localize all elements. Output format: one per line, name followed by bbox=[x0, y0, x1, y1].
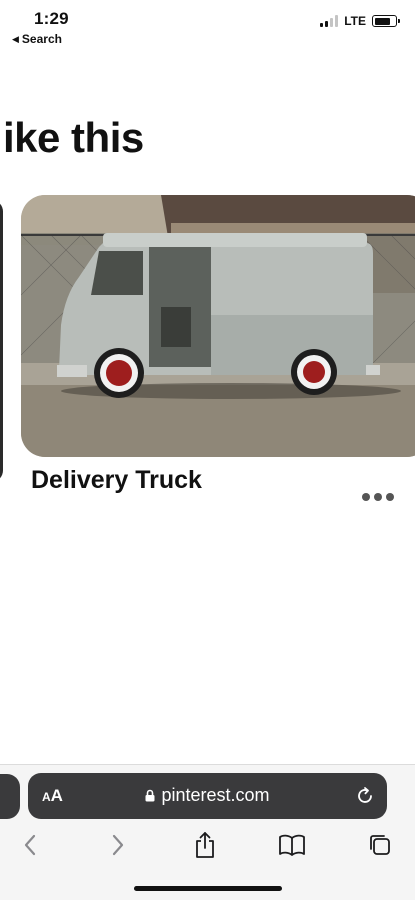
network-type: LTE bbox=[344, 14, 366, 28]
card-image[interactable] bbox=[21, 195, 415, 457]
share-icon[interactable] bbox=[190, 830, 220, 860]
back-label: Search bbox=[21, 32, 62, 46]
url-text: pinterest.com bbox=[161, 785, 270, 805]
section-heading: ike this bbox=[3, 114, 144, 161]
forward-arrow-icon[interactable] bbox=[103, 830, 133, 860]
card-title[interactable]: Delivery Truck bbox=[31, 466, 202, 495]
more-dot-icon bbox=[374, 493, 382, 501]
back-arrow-icon[interactable] bbox=[15, 830, 45, 860]
address-bar[interactable]: AA pinterest.com bbox=[28, 773, 387, 819]
more-dot-icon bbox=[362, 493, 370, 501]
more-options-button[interactable] bbox=[360, 491, 396, 503]
battery-icon bbox=[372, 15, 400, 27]
url-display[interactable]: pinterest.com bbox=[28, 785, 387, 806]
back-triangle-icon: ◀ bbox=[12, 33, 19, 44]
reload-icon[interactable] bbox=[354, 785, 376, 807]
home-indicator bbox=[134, 886, 282, 891]
previous-card-edge[interactable] bbox=[0, 200, 3, 482]
browser-toolbar bbox=[0, 826, 415, 862]
lock-icon bbox=[145, 789, 155, 802]
bookmarks-icon[interactable] bbox=[277, 830, 307, 860]
cellular-signal-icon bbox=[320, 15, 339, 27]
delivery-truck-photo bbox=[21, 195, 415, 457]
back-to-search-link[interactable]: ◀ Search bbox=[12, 32, 62, 46]
tabs-icon[interactable] bbox=[365, 830, 395, 860]
status-indicators: LTE bbox=[320, 14, 400, 28]
more-dot-icon bbox=[386, 493, 394, 501]
status-time: 1:29 bbox=[34, 9, 69, 28]
previous-tab-pill[interactable] bbox=[0, 774, 20, 819]
